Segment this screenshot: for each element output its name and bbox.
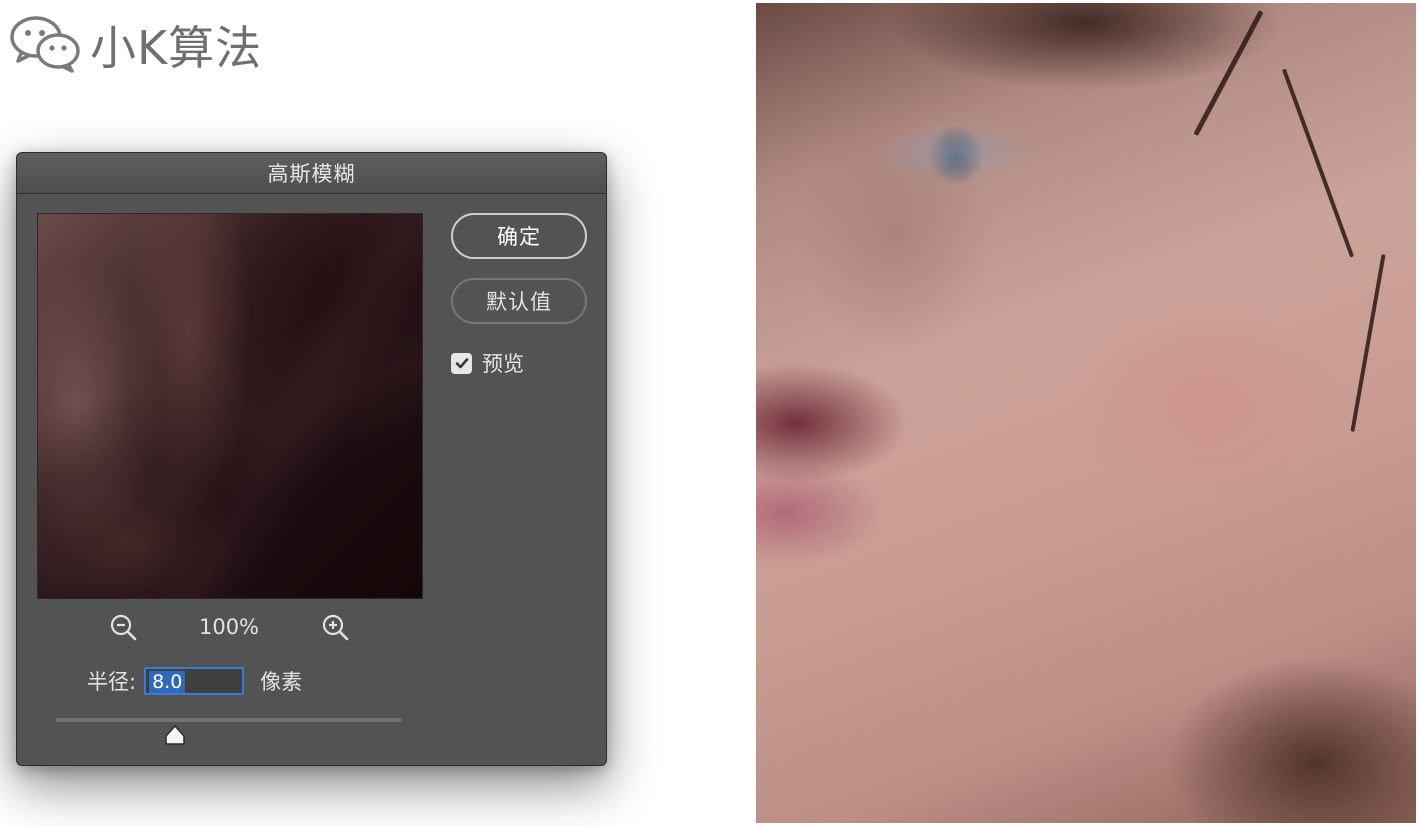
zoom-in-icon[interactable] xyxy=(319,611,353,645)
watermark-text: 小K算法 xyxy=(90,21,263,75)
dialog-titlebar[interactable]: 高斯模糊 xyxy=(17,153,606,194)
zoom-controls: 100% xyxy=(37,609,421,649)
radius-value[interactable]: 8.0 xyxy=(149,671,186,693)
hair-strand xyxy=(1350,254,1386,432)
radius-row: 半径: 8.0 像素 xyxy=(87,663,302,699)
preview-checkbox-row[interactable]: 预览 xyxy=(451,348,524,378)
preview-checkbox[interactable] xyxy=(451,352,472,374)
preview-label: 预览 xyxy=(482,352,524,376)
hair-strand xyxy=(1281,68,1355,258)
filter-preview-image[interactable] xyxy=(37,213,423,599)
zoom-out-icon[interactable] xyxy=(107,611,141,645)
default-button[interactable]: 默认值 xyxy=(451,278,587,324)
radius-label: 半径: xyxy=(87,670,137,694)
radius-slider-thumb[interactable] xyxy=(163,724,187,746)
gaussian-blur-dialog: 高斯模糊 100% 半径: 8.0 像素 确定 默认值 预览 xyxy=(16,152,607,766)
watermark-logo: 小K算法 xyxy=(8,12,262,78)
radius-unit: 像素 xyxy=(260,670,303,694)
radius-input[interactable]: 8.0 xyxy=(144,667,245,695)
radius-slider-track[interactable] xyxy=(56,718,402,722)
hair-strand xyxy=(1193,10,1264,136)
zoom-level: 100% xyxy=(198,615,260,639)
dialog-title: 高斯模糊 xyxy=(267,162,356,186)
face-photo xyxy=(756,3,1416,823)
checkmark-icon xyxy=(455,358,468,369)
wechat-icon xyxy=(8,13,82,77)
ok-button[interactable]: 确定 xyxy=(451,213,587,259)
